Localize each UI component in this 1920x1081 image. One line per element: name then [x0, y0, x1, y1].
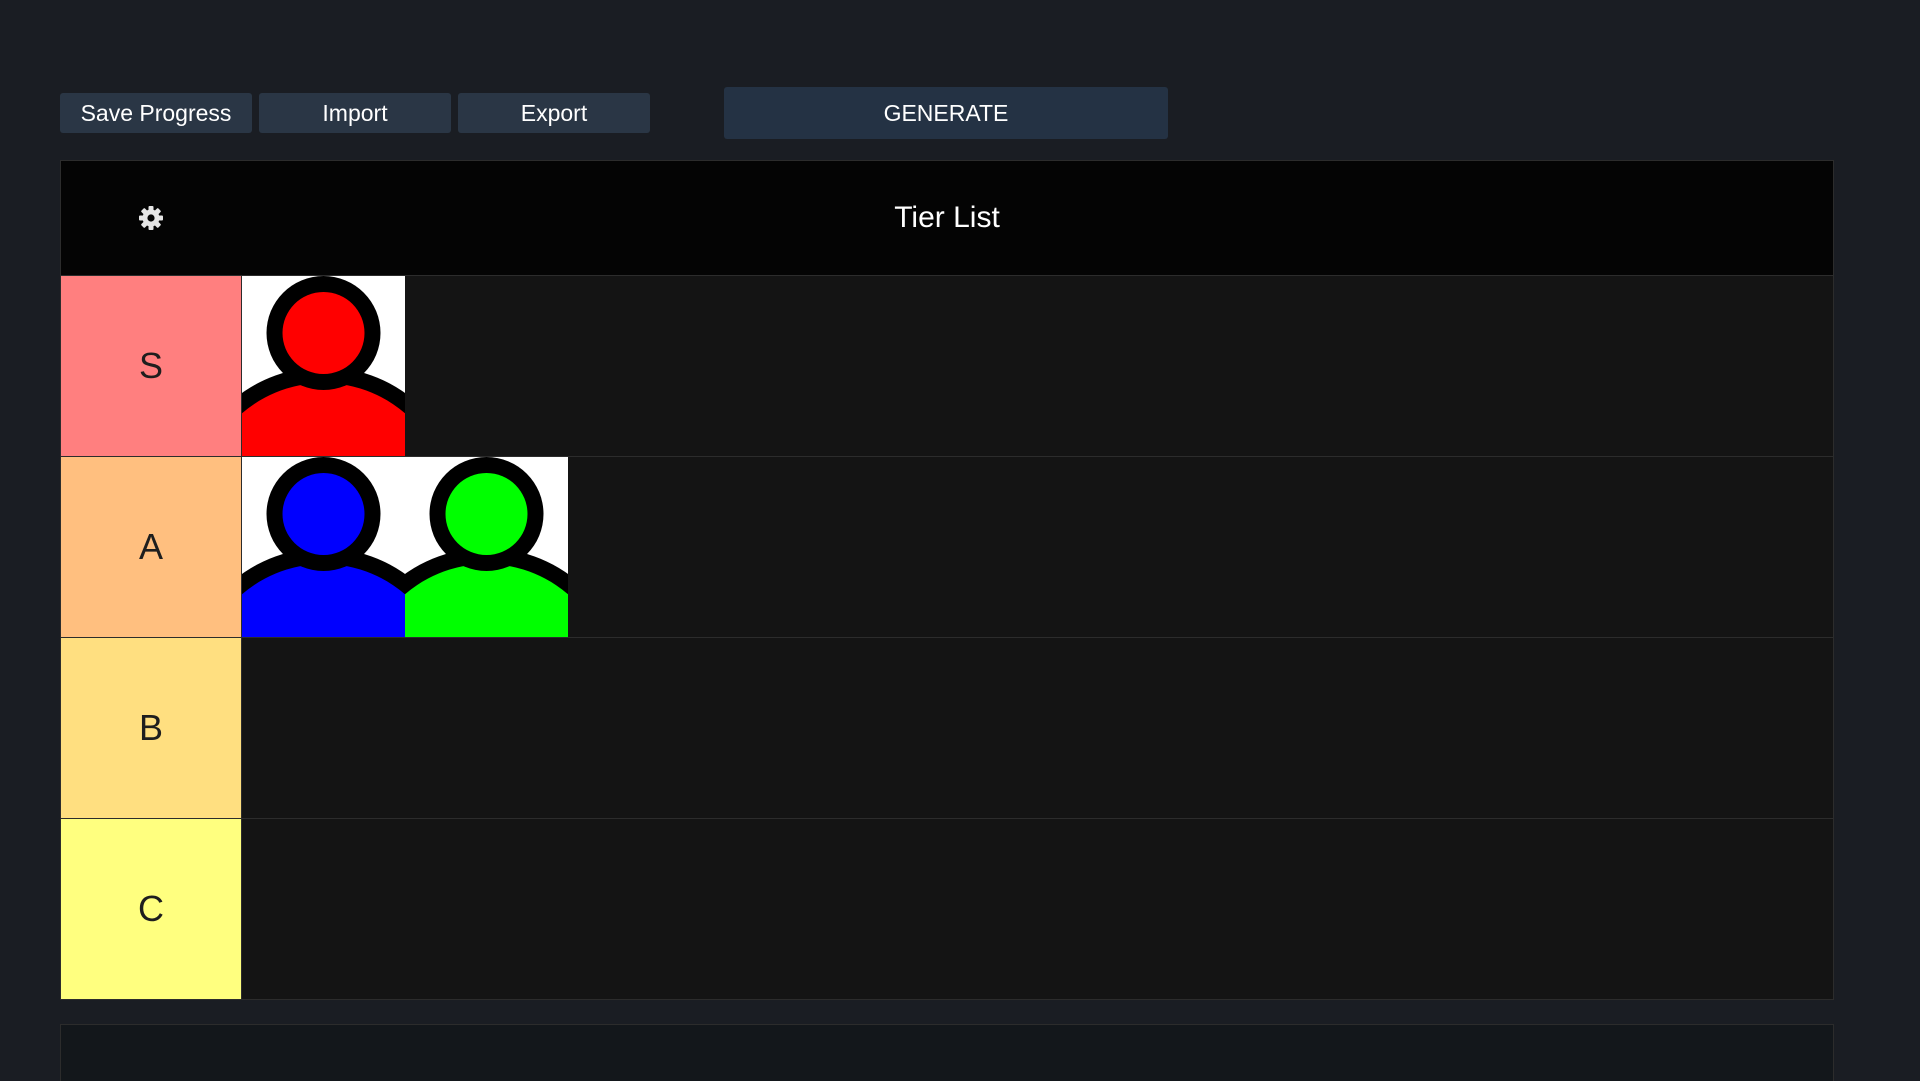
generate-button[interactable]: GENERATE: [724, 87, 1168, 139]
person-icon: [242, 457, 405, 637]
tier-items-b[interactable]: [241, 638, 1833, 818]
tier-row-a: A: [61, 457, 1833, 638]
tier-label-b[interactable]: B: [61, 638, 241, 818]
tier-label-a[interactable]: A: [61, 457, 241, 637]
tier-list: Tier List S A B C: [60, 160, 1834, 1000]
tier-row-s: S: [61, 276, 1833, 457]
person-icon: [405, 457, 568, 637]
gear-icon[interactable]: [138, 205, 164, 231]
tier-list-header: Tier List: [61, 161, 1833, 276]
tier-row-b: B: [61, 638, 1833, 819]
export-button[interactable]: Export: [458, 93, 650, 133]
tier-item[interactable]: [242, 457, 405, 637]
tier-item[interactable]: [242, 276, 405, 456]
tier-label-c[interactable]: C: [61, 819, 241, 999]
tier-label-s[interactable]: S: [61, 276, 241, 456]
tier-items-c[interactable]: [241, 819, 1833, 999]
save-progress-button[interactable]: Save Progress: [60, 93, 252, 133]
tier-item[interactable]: [405, 457, 568, 637]
tier-items-s[interactable]: [241, 276, 1833, 456]
item-pool-panel[interactable]: [60, 1024, 1834, 1081]
tier-items-a[interactable]: [241, 457, 1833, 637]
tier-row-c: C: [61, 819, 1833, 999]
person-icon: [242, 276, 405, 456]
page-title: Tier List: [894, 201, 1000, 234]
toolbar: Save Progress Import Export GENERATE: [60, 84, 1168, 142]
import-button[interactable]: Import: [259, 93, 451, 133]
